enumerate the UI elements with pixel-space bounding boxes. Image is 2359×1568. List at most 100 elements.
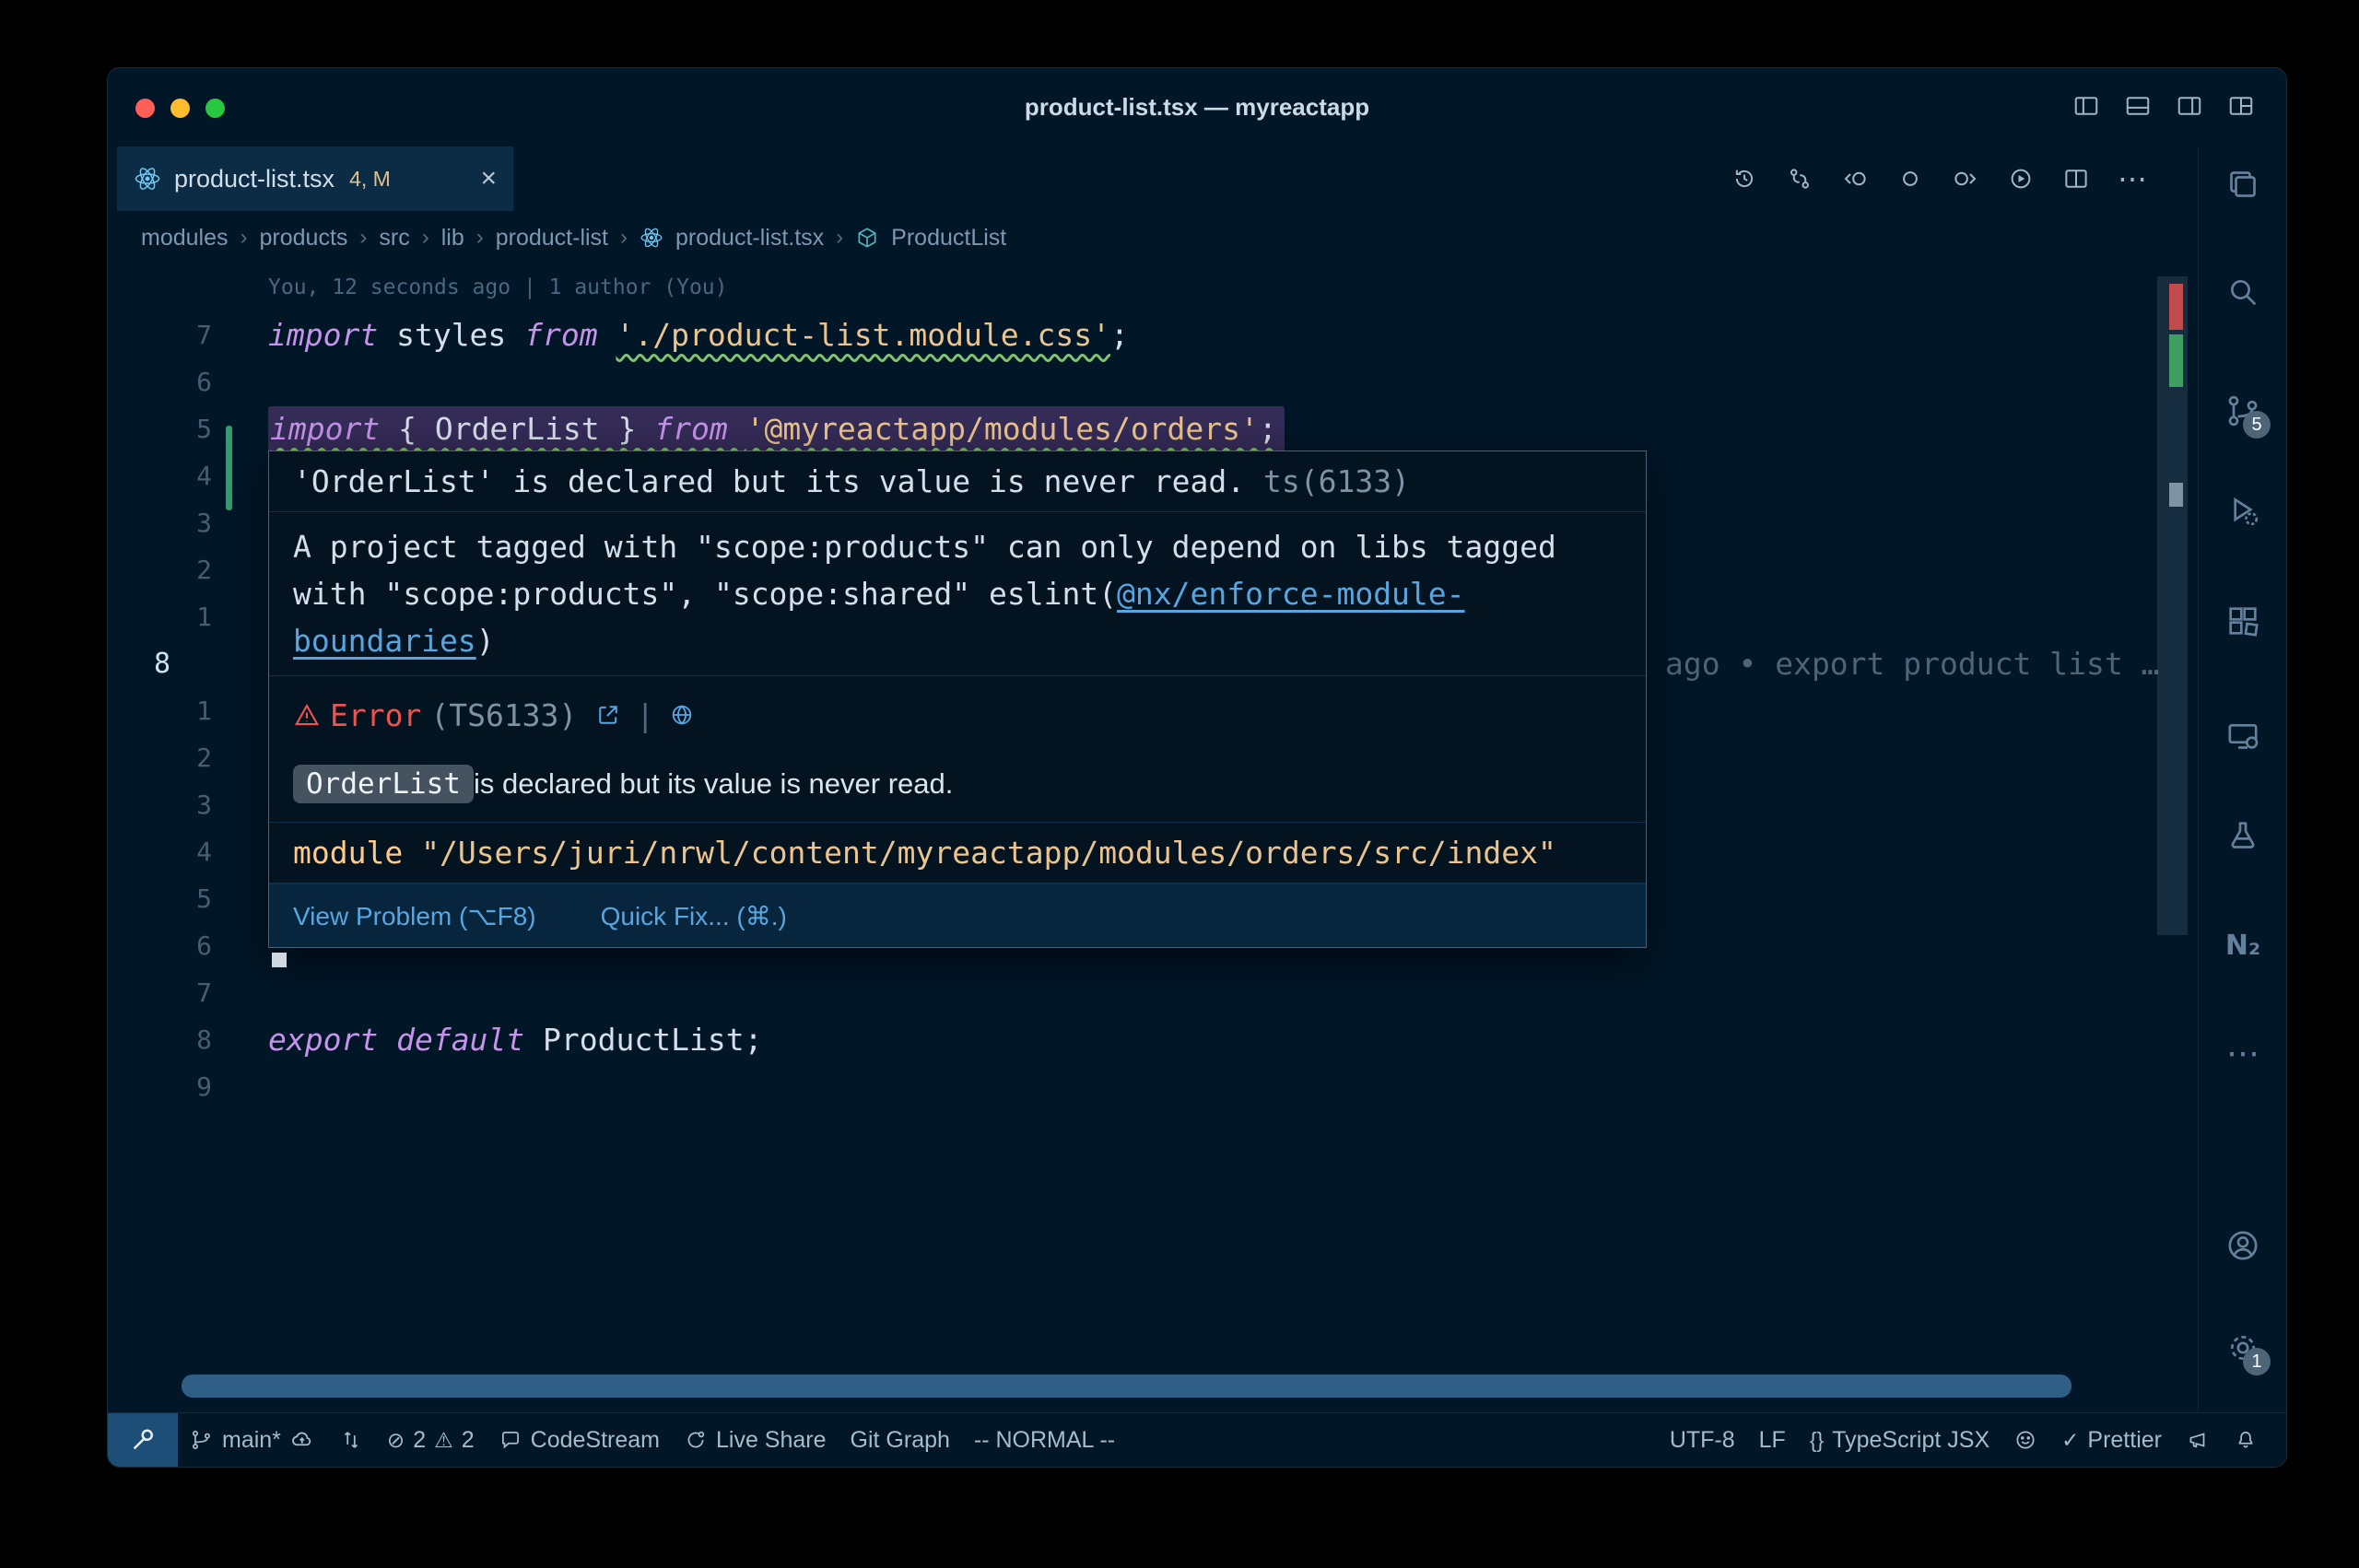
code-line-export-default[interactable]: export default ProductList;: [268, 1016, 762, 1063]
prettier-status[interactable]: ✓Prettier: [2049, 1413, 2174, 1467]
eslint-message-line1: A project tagged with "scope:products" c…: [293, 529, 1556, 565]
brace-open: {: [380, 411, 435, 447]
toggle-sidebar-left-icon[interactable]: [2072, 92, 2100, 120]
nx-console-icon[interactable]: N₂: [2223, 925, 2263, 965]
remote-indicator[interactable]: [108, 1413, 178, 1467]
source-control-icon[interactable]: 5: [2223, 391, 2263, 431]
line-number: 2: [108, 734, 212, 781]
vim-mode-label: -- NORMAL --: [974, 1427, 1115, 1454]
brace-close: }: [600, 411, 655, 447]
code-editor[interactable]: 7 6 5 4 3 2 1 8 1 2 3 4 5 6 7 8 9 You, 1…: [108, 264, 2199, 1412]
language-mode-status[interactable]: {}TypeScript JSX: [1798, 1413, 2001, 1467]
identifier-productlist: ProductList;: [524, 1022, 762, 1058]
breadcrumb-item-modules[interactable]: modules: [141, 225, 229, 252]
settings-badge: 1: [2243, 1348, 2271, 1375]
feedback-smiley[interactable]: [2001, 1413, 2049, 1467]
line-number: 5: [108, 875, 212, 922]
titlebar-layout-controls: [2072, 92, 2255, 120]
breadcrumb-item-symbol[interactable]: ProductList: [891, 225, 1006, 252]
status-bar: main* ⊘ 2 ⚠ 2 CodeStream Live Share Git …: [108, 1412, 2286, 1467]
view-problem-link[interactable]: View Problem (⌥F8): [293, 901, 536, 931]
keyword-import: import: [270, 411, 380, 447]
search-icon[interactable]: [2223, 272, 2263, 312]
quick-fix-link[interactable]: Quick Fix... (⌘.): [601, 901, 787, 931]
test-beaker-icon[interactable]: [2223, 815, 2263, 856]
code-line-import-styles[interactable]: import styles from './product-list.modul…: [268, 311, 1129, 358]
module-path-row: module "/Users/juri/nrwl/content/myreact…: [269, 823, 1646, 883]
codestream-status[interactable]: CodeStream: [487, 1413, 672, 1467]
divider: |: [636, 697, 654, 733]
change-marker-icon[interactable]: [1896, 165, 1924, 193]
nx-glyph: N₂: [2225, 930, 2260, 962]
run-code-icon[interactable]: [2007, 165, 2035, 193]
bell-icon: [2234, 1428, 2258, 1452]
react-icon: [640, 226, 663, 250]
line-number: 9: [108, 1063, 212, 1110]
keyword-default: default: [378, 1022, 524, 1058]
git-branch-status[interactable]: main*: [178, 1413, 327, 1467]
chevron-right-icon: ›: [620, 225, 628, 251]
ts-diagnostic-code: ts(6133): [1263, 463, 1410, 499]
ts-diagnostic-message: 'OrderList' is declared but its value is…: [293, 463, 1263, 499]
tab-product-list[interactable]: product-list.tsx 4, M ×: [117, 146, 513, 211]
status-bar-right: UTF-8 LF {}TypeScript JSX ✓Prettier: [1658, 1413, 2286, 1467]
title-bar: product-list.tsx — myreactapp: [108, 68, 2286, 146]
code-line-import-orderlist[interactable]: import { OrderList } from '@myreactapp/m…: [268, 405, 1285, 452]
eol-status[interactable]: LF: [1747, 1413, 1798, 1467]
vim-mode-indicator: -- NORMAL --: [962, 1413, 1127, 1467]
keyword-from: from: [524, 317, 616, 353]
explorer-icon[interactable]: [2223, 164, 2263, 205]
announcement-status[interactable]: [2174, 1413, 2222, 1467]
error-count: 2: [413, 1427, 426, 1454]
breadcrumb-item-lib[interactable]: lib: [441, 225, 464, 252]
next-change-icon[interactable]: [1952, 165, 1979, 193]
symbol-cube-icon: [855, 226, 879, 250]
git-compare-status[interactable]: [327, 1413, 375, 1467]
popup-resize-handle[interactable]: [272, 953, 287, 967]
eslint-rule-link[interactable]: @nx/enforce-module-: [1117, 576, 1465, 612]
line-number: 2: [108, 546, 212, 593]
notifications-bell[interactable]: [2222, 1413, 2270, 1467]
live-share-status[interactable]: Live Share: [672, 1413, 839, 1467]
more-actions-icon[interactable]: ⋯: [2118, 165, 2147, 193]
git-graph-status[interactable]: Git Graph: [839, 1413, 962, 1467]
breadcrumb-item-products[interactable]: products: [260, 225, 348, 252]
window-title: product-list.tsx — myreactapp: [108, 68, 2286, 146]
braces-icon: {}: [1810, 1428, 1824, 1453]
horizontal-scrollbar[interactable]: [182, 1375, 2071, 1398]
globe-icon[interactable]: [669, 702, 695, 728]
eslint-message-line2: with "scope:products", "scope:shared" es…: [293, 576, 1117, 612]
tab-modified-badge: 4, M: [349, 167, 391, 192]
breadcrumb-item-src[interactable]: src: [379, 225, 409, 252]
account-icon[interactable]: [2223, 1225, 2263, 1266]
run-debug-icon[interactable]: [2223, 490, 2263, 531]
more-views-icon[interactable]: ⋯: [2223, 1033, 2263, 1073]
breadcrumb-item-file[interactable]: product-list.tsx: [675, 225, 824, 252]
line-number: 1: [108, 687, 212, 734]
extensions-icon[interactable]: [2223, 601, 2263, 641]
problems-status[interactable]: ⊘ 2 ⚠ 2: [375, 1413, 487, 1467]
identifier-styles: styles: [378, 317, 524, 353]
layout-grid-icon[interactable]: [2227, 92, 2255, 120]
compare-changes-icon[interactable]: [1786, 165, 1813, 193]
vscode-window: product-list.tsx — myreactapp product-li…: [107, 67, 2287, 1468]
line-number: 6: [108, 922, 212, 969]
settings-gear-icon[interactable]: 1: [2223, 1328, 2263, 1368]
timeline-history-icon[interactable]: [1731, 165, 1758, 193]
tab-close-icon[interactable]: ×: [480, 165, 497, 193]
encoding-status[interactable]: UTF-8: [1658, 1413, 1747, 1467]
split-editor-icon[interactable]: [2062, 165, 2090, 193]
warning-triangle-icon: ⚠: [434, 1428, 453, 1453]
branch-name: main*: [222, 1427, 281, 1454]
remote-explorer-icon[interactable]: [2223, 716, 2263, 756]
overview-ruler-added-mark: [2169, 334, 2183, 387]
open-external-icon[interactable]: [595, 702, 621, 728]
breadcrumb-item-product-list[interactable]: product-list: [496, 225, 608, 252]
eslint-rule-link[interactable]: boundaries: [293, 623, 476, 659]
chevron-right-icon: ›: [422, 225, 429, 251]
toggle-sidebar-right-icon[interactable]: [2176, 92, 2203, 120]
toggle-panel-icon[interactable]: [2124, 92, 2152, 120]
previous-change-icon[interactable]: [1841, 165, 1869, 193]
git-branch-icon: [190, 1428, 214, 1452]
encoding-label: UTF-8: [1670, 1427, 1735, 1454]
